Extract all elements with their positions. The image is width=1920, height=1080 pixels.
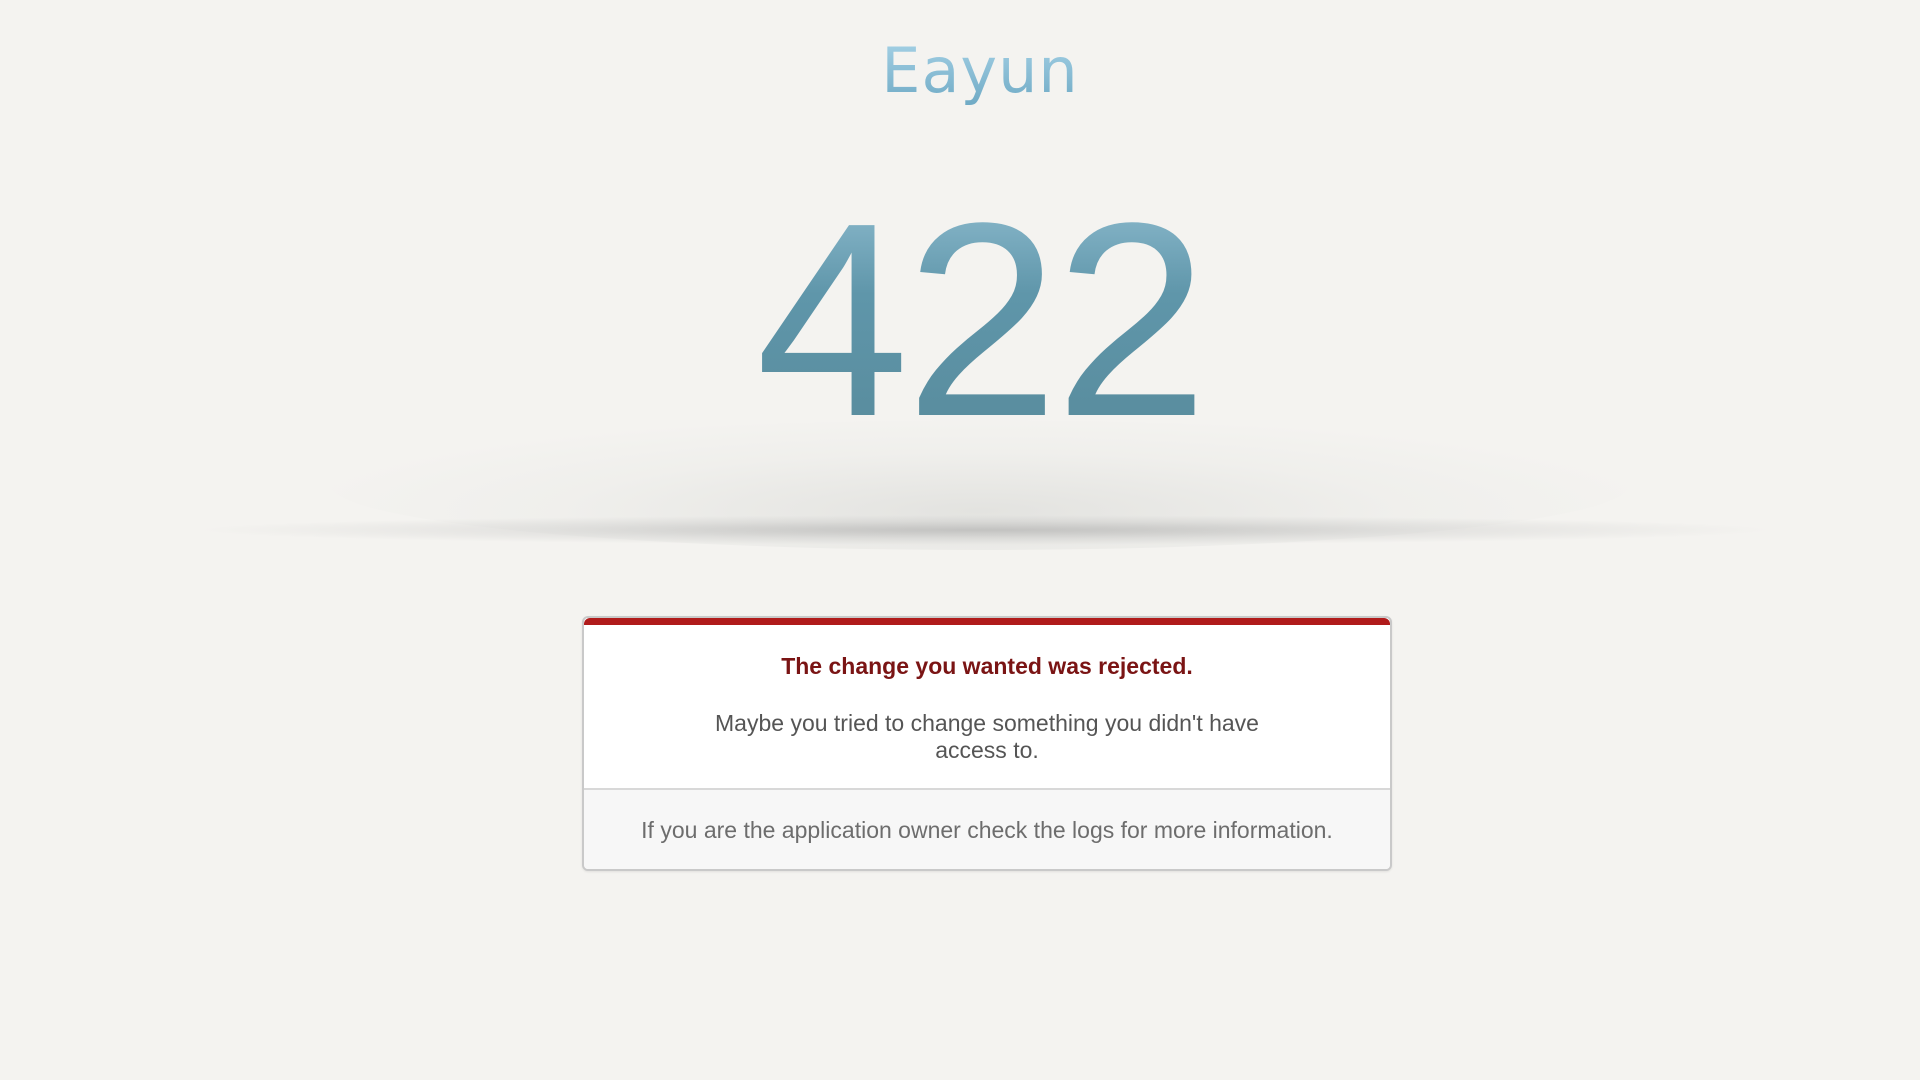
error-description: Maybe you tried to change something you … — [715, 710, 1259, 763]
brand-logo: Eayun — [0, 34, 1920, 107]
error-page: Eayun 422 422 The change you wanted was … — [0, 0, 1920, 1080]
error-card: The change you wanted was rejected. Mayb… — [582, 616, 1392, 871]
error-card-body: The change you wanted was rejected. Mayb… — [584, 625, 1390, 788]
error-title: The change you wanted was rejected. — [781, 653, 1193, 679]
error-code-container: 422 422 — [0, 182, 1920, 470]
error-card-accent-bar — [584, 618, 1390, 625]
error-card-footer: If you are the application owner check t… — [584, 788, 1390, 869]
error-code: 422 — [0, 182, 1920, 458]
code-shadow-line — [190, 515, 1780, 545]
